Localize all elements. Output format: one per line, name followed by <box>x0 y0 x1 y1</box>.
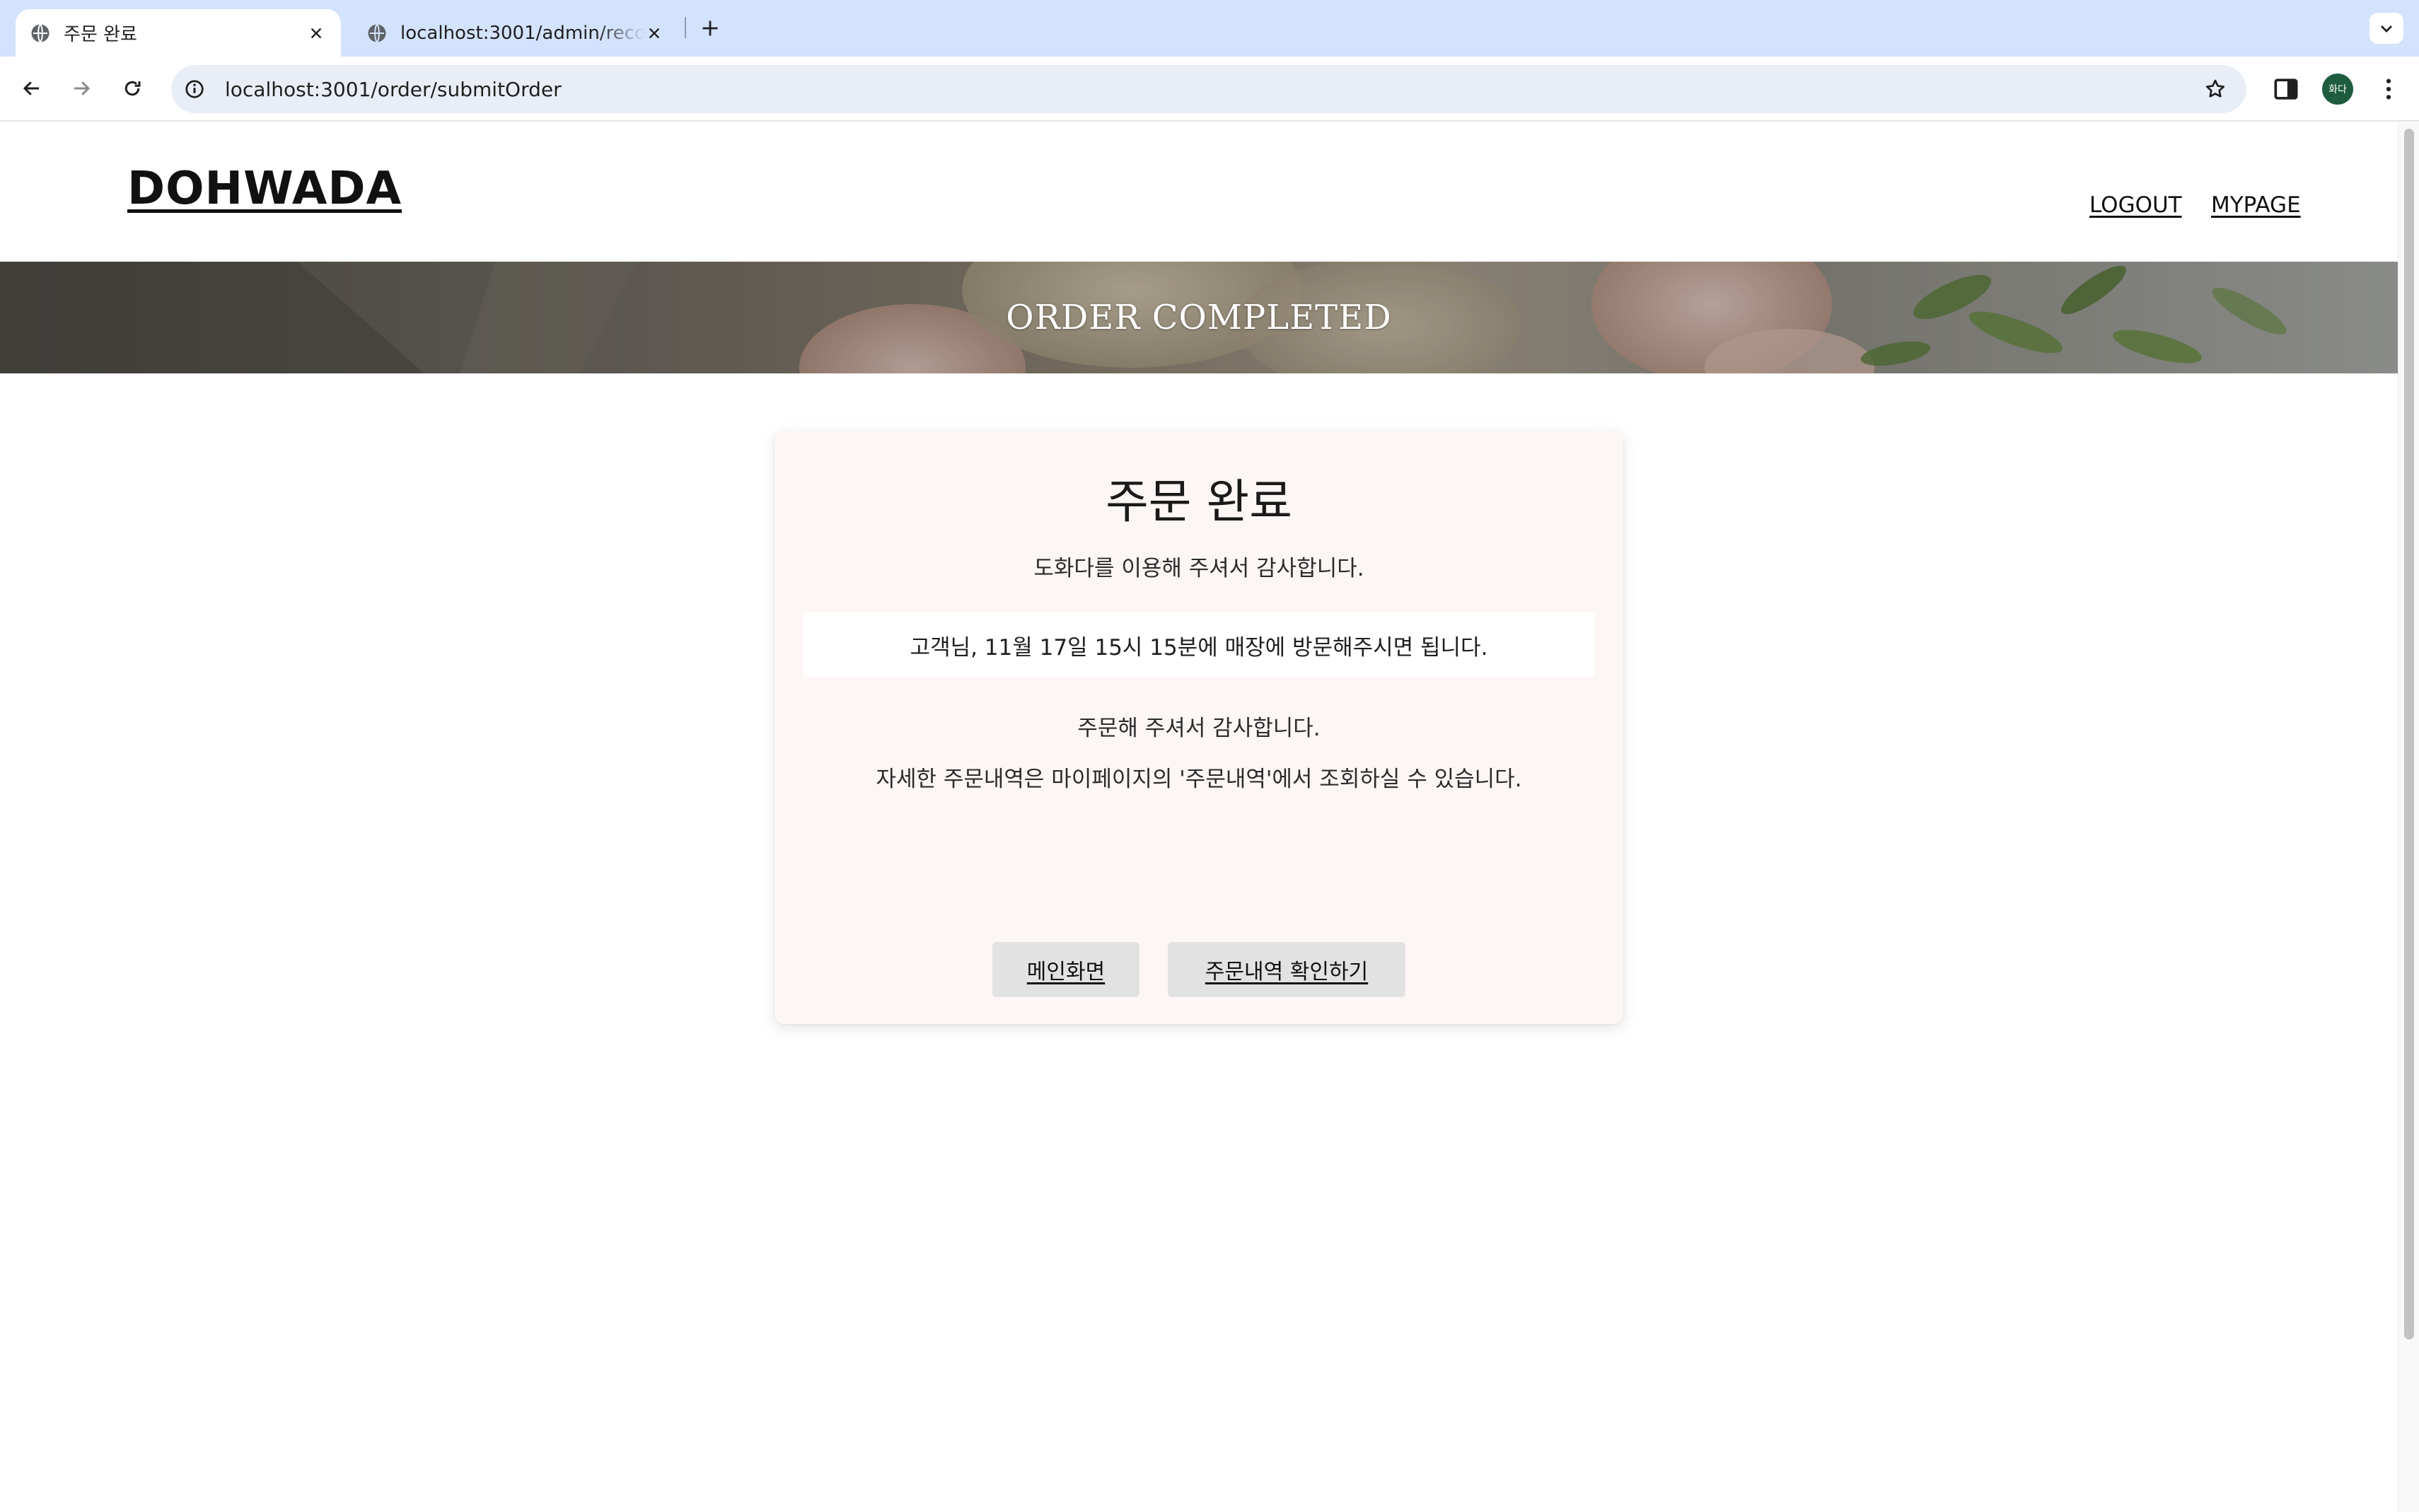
site-header: DOHWADA LOGOUT MYPAGE <box>0 123 2398 262</box>
page-viewport: DOHWADA LOGOUT MYPAGE ORDER COMPLETED 주문… <box>0 123 2398 1512</box>
page-scrollbar[interactable] <box>2398 123 2419 1512</box>
browser-toolbar: localhost:3001/order/submitOrder 화다 <box>0 57 2419 122</box>
site-logo[interactable]: DOHWADA <box>127 163 402 215</box>
reload-icon[interactable] <box>116 72 149 105</box>
site-info-icon[interactable] <box>184 78 205 100</box>
hero-title: ORDER COMPLETED <box>1006 298 1392 337</box>
hero-banner: ORDER COMPLETED <box>0 262 2398 373</box>
close-icon[interactable] <box>307 24 325 42</box>
back-arrow-icon[interactable] <box>16 72 48 105</box>
order-detail-note: 자세한 주문내역은 마이페이지의 '주문내역'에서 조회하실 수 있습니다. <box>876 767 1522 792</box>
forward-arrow-icon[interactable] <box>65 72 98 105</box>
tab-search-chevron-down-icon[interactable] <box>2369 13 2403 44</box>
tab-divider <box>685 17 686 38</box>
browser-tab-bar: 주문 완료 localhost:3001/admin/recommend <box>0 0 2419 57</box>
tab-title: 주문 완료 <box>64 24 137 45</box>
visit-time-message: 고객님, 11월 17일 15시 15분에 매장에 방문해주시면 됩니다. <box>803 612 1595 678</box>
tab-title: localhost:3001/admin/recommend <box>400 22 645 44</box>
tab-admin-recommend[interactable]: localhost:3001/admin/recommend <box>354 9 679 57</box>
page-title: 주문 완료 <box>1106 475 1292 529</box>
new-tab-plus-icon[interactable] <box>697 16 723 41</box>
order-complete-card: 주문 완료 도화다를 이용해 주셔서 감사합니다. 고객님, 11월 17일 1… <box>775 430 1623 1024</box>
globe-icon <box>368 23 386 42</box>
side-panel-icon[interactable] <box>2270 74 2302 105</box>
view-orders-button[interactable]: 주문내역 확인하기 <box>1168 942 1405 997</box>
mypage-link[interactable]: MYPAGE <box>2211 192 2301 218</box>
main-page-button[interactable]: 메인화면 <box>992 942 1139 997</box>
scrollbar-thumb[interactable] <box>2404 129 2414 1339</box>
order-thanks-message: 주문해 주셔서 감사합니다. <box>1077 716 1321 741</box>
url-text[interactable]: localhost:3001/order/submitOrder <box>225 78 562 101</box>
profile-avatar[interactable]: 화다 <box>2322 74 2353 105</box>
bookmark-star-icon[interactable] <box>2204 78 2227 100</box>
logout-link[interactable]: LOGOUT <box>2089 192 2182 218</box>
address-bar[interactable]: localhost:3001/order/submitOrder <box>171 65 2246 113</box>
more-menu-icon[interactable] <box>2373 74 2404 105</box>
close-icon[interactable] <box>645 24 663 42</box>
globe-icon <box>31 23 50 42</box>
tab-order-complete[interactable]: 주문 완료 <box>16 9 341 57</box>
thanks-message: 도화다를 이용해 주셔서 감사합니다. <box>1033 556 1364 581</box>
